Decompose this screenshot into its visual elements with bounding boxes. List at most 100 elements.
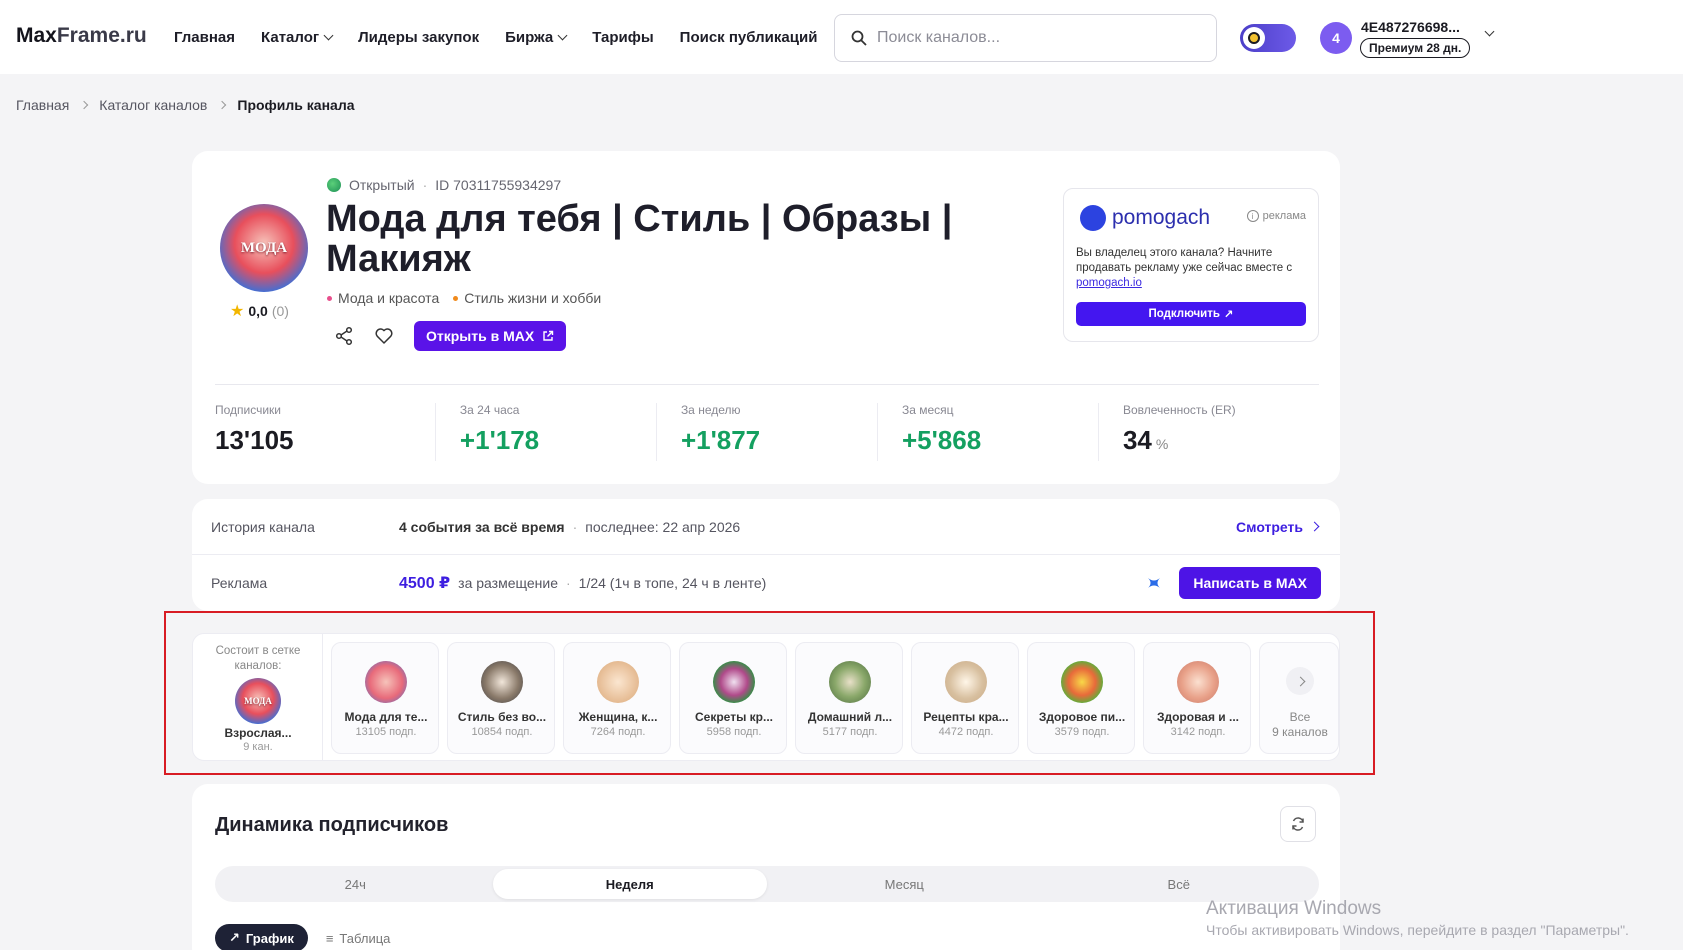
search-input[interactable] [877, 29, 1177, 47]
channel-info-card: История канала 4 события за всё время · … [192, 499, 1340, 611]
period-tabs: 24ч Неделя Месяц Всё [215, 866, 1319, 902]
tag-fashion[interactable]: Мода и красота [327, 290, 439, 306]
dynamics-title: Динамика подписчиков [215, 814, 449, 836]
stat-week: За неделю +1'877 [655, 403, 877, 461]
breadcrumb-current: Профиль канала [237, 97, 355, 113]
channel-status: Открытый [349, 177, 415, 193]
tag-dot [327, 295, 332, 301]
channel-stats: Подписчики 13'105 За 24 часа +1'178 За нед… [215, 403, 1319, 461]
list-icon: ≡ [325, 930, 334, 946]
top-header: MaxFrame.ru Главная Каталог Лидеры закуп… [0, 0, 1683, 74]
premium-badge: Премиум 28 дн. [1360, 38, 1471, 58]
divider [215, 384, 1319, 385]
advert-summary: 4500 ₽ за размещение · 1/24 (1ч в топе, … [399, 575, 767, 592]
arrow-up-right-icon: ↗ [1223, 309, 1234, 321]
channel-thumb [829, 661, 871, 703]
separator-dot: · [422, 177, 428, 193]
network-channel-item[interactable]: Здоровое пи... 3579 подп. [1027, 642, 1135, 754]
connect-button[interactable]: Подключить ↗ [1076, 302, 1306, 326]
network-header[interactable]: Состоит в сетке каналов: МОДА Взрослая..… [193, 634, 323, 760]
user-name[interactable]: 4E487276698... [1361, 19, 1460, 35]
channel-thumb [713, 661, 755, 703]
nav-leaders[interactable]: Лидеры закупок [358, 29, 479, 46]
channel-title: Мода для тебя | Стиль | Образы | Макияж [326, 198, 953, 280]
network-channel-item[interactable]: Секреты кр... 5958 подп. [679, 642, 787, 754]
channel-actions: Открыть в MAX [334, 321, 567, 351]
pomogach-logo[interactable]: pomogach [1080, 205, 1210, 231]
advert-price: 4500 ₽ [399, 575, 451, 592]
breadcrumb-catalog[interactable]: Каталог каналов [99, 97, 207, 113]
chevron-down-icon [557, 30, 568, 41]
network-channel-item[interactable]: Женщина, к... 7264 подп. [563, 642, 671, 754]
site-logo[interactable]: MaxFrame.ru [16, 24, 147, 48]
nav-publication-search[interactable]: Поиск публикаций [680, 29, 818, 46]
network-all-channels[interactable]: Все 9 каналов [1259, 642, 1339, 754]
write-in-max-button[interactable]: Написать в MAX [1179, 567, 1321, 599]
user-avatar[interactable]: 4 [1320, 22, 1352, 54]
nav-catalog[interactable]: Каталог [261, 29, 334, 46]
nav-pricing[interactable]: Тарифы [592, 29, 653, 46]
network-channel-item[interactable]: Стиль без во... 10854 подп. [447, 642, 555, 754]
channel-status-row: Открытый · ID 70311755934297 [327, 177, 561, 193]
open-in-max-button[interactable]: Открыть в MAX [414, 321, 567, 351]
network-channel-item[interactable]: Рецепты кра... 4472 подп. [911, 642, 1019, 754]
nav-home[interactable]: Главная [174, 29, 235, 46]
chevron-down-icon [323, 30, 334, 41]
refresh-button[interactable] [1280, 806, 1316, 842]
ad-link[interactable]: pomogach.io [1076, 277, 1142, 289]
history-view-link[interactable]: Смотреть [1236, 519, 1320, 535]
rating-count: (0) [271, 303, 289, 319]
network-channel-item[interactable]: Домашний л... 5177 подп. [795, 642, 903, 754]
search-icon [851, 30, 867, 46]
channel-id: ID 70311755934297 [435, 177, 562, 193]
channel-tags: Мода и красота Стиль жизни и хобби [327, 290, 601, 306]
channel-profile-card: МОДА ★ 0,0 (0) Открытый · ID 70311755934… [192, 151, 1340, 484]
share-icon[interactable] [334, 326, 354, 346]
nav-exchange[interactable]: Биржа [505, 29, 568, 46]
stat-month: За месяц +5'868 [876, 403, 1098, 461]
network-avatar: МОДА [235, 678, 281, 724]
main-nav: Главная Каталог Лидеры закупок Биржа Тар… [174, 29, 817, 46]
channel-thumb [1061, 661, 1103, 703]
history-row: История канала 4 события за всё время · … [192, 499, 1340, 555]
theme-toggle-knob [1243, 27, 1265, 49]
tab-table[interactable]: ≡ Таблица [326, 931, 391, 946]
stat-24h: За 24 часа +1'178 [434, 403, 656, 461]
info-icon: i [1246, 210, 1259, 222]
tab-chart[interactable]: ↗ График [215, 924, 308, 950]
sun-icon [1248, 32, 1260, 44]
channel-thumb [365, 661, 407, 703]
breadcrumb-separator-icon [80, 100, 89, 110]
advert-label: Реклама [211, 575, 268, 591]
pomogach-mark-icon [1080, 205, 1106, 231]
refresh-icon [1292, 817, 1304, 831]
channel-avatar: МОДА [220, 204, 308, 292]
channel-search [834, 14, 1217, 62]
tab-all[interactable]: Всё [1042, 869, 1317, 899]
view-tabs: ↗ График ≡ Таблица [215, 924, 390, 950]
stat-er: Вовлеченность (ER) 34% [1097, 403, 1319, 461]
tab-week[interactable]: Неделя [492, 869, 767, 899]
network-name: Взрослая... [224, 726, 292, 740]
ad-text: Вы владелец этого канала? Начните продав… [1076, 247, 1293, 289]
network-label: Состоит в сетке каналов: [215, 645, 301, 672]
network-channel-item[interactable]: Мода для те... 13105 подп. [331, 642, 439, 754]
network-channel-item[interactable]: Здоровая и ... 3142 подп. [1143, 642, 1251, 754]
tag-lifestyle[interactable]: Стиль жизни и хобби [453, 290, 601, 306]
chart-line-icon: ↗ [229, 930, 240, 945]
chevron-right-icon [1309, 521, 1320, 532]
windows-activation-watermark: Активация Windows Чтобы активировать Win… [1206, 898, 1629, 938]
channel-network-strip: Состоит в сетке каналов: МОДА Взрослая..… [192, 633, 1340, 761]
channel-thumb [945, 661, 987, 703]
breadcrumb-home[interactable]: Главная [16, 97, 69, 113]
breadcrumb: Главная Каталог каналов Профиль канала [16, 97, 355, 113]
star-icon: ★ [230, 303, 245, 320]
user-menu-chevron-icon[interactable] [1484, 26, 1495, 37]
partner-logo-icon [1148, 578, 1160, 588]
subscriber-dynamics-card: Динамика подписчиков 24ч Неделя Месяц Вс… [192, 784, 1340, 950]
tab-24h[interactable]: 24ч [218, 869, 493, 899]
tab-month[interactable]: Месяц [767, 869, 1042, 899]
channel-thumb [1177, 661, 1219, 703]
theme-toggle[interactable] [1240, 24, 1296, 52]
heart-icon[interactable] [374, 326, 394, 346]
